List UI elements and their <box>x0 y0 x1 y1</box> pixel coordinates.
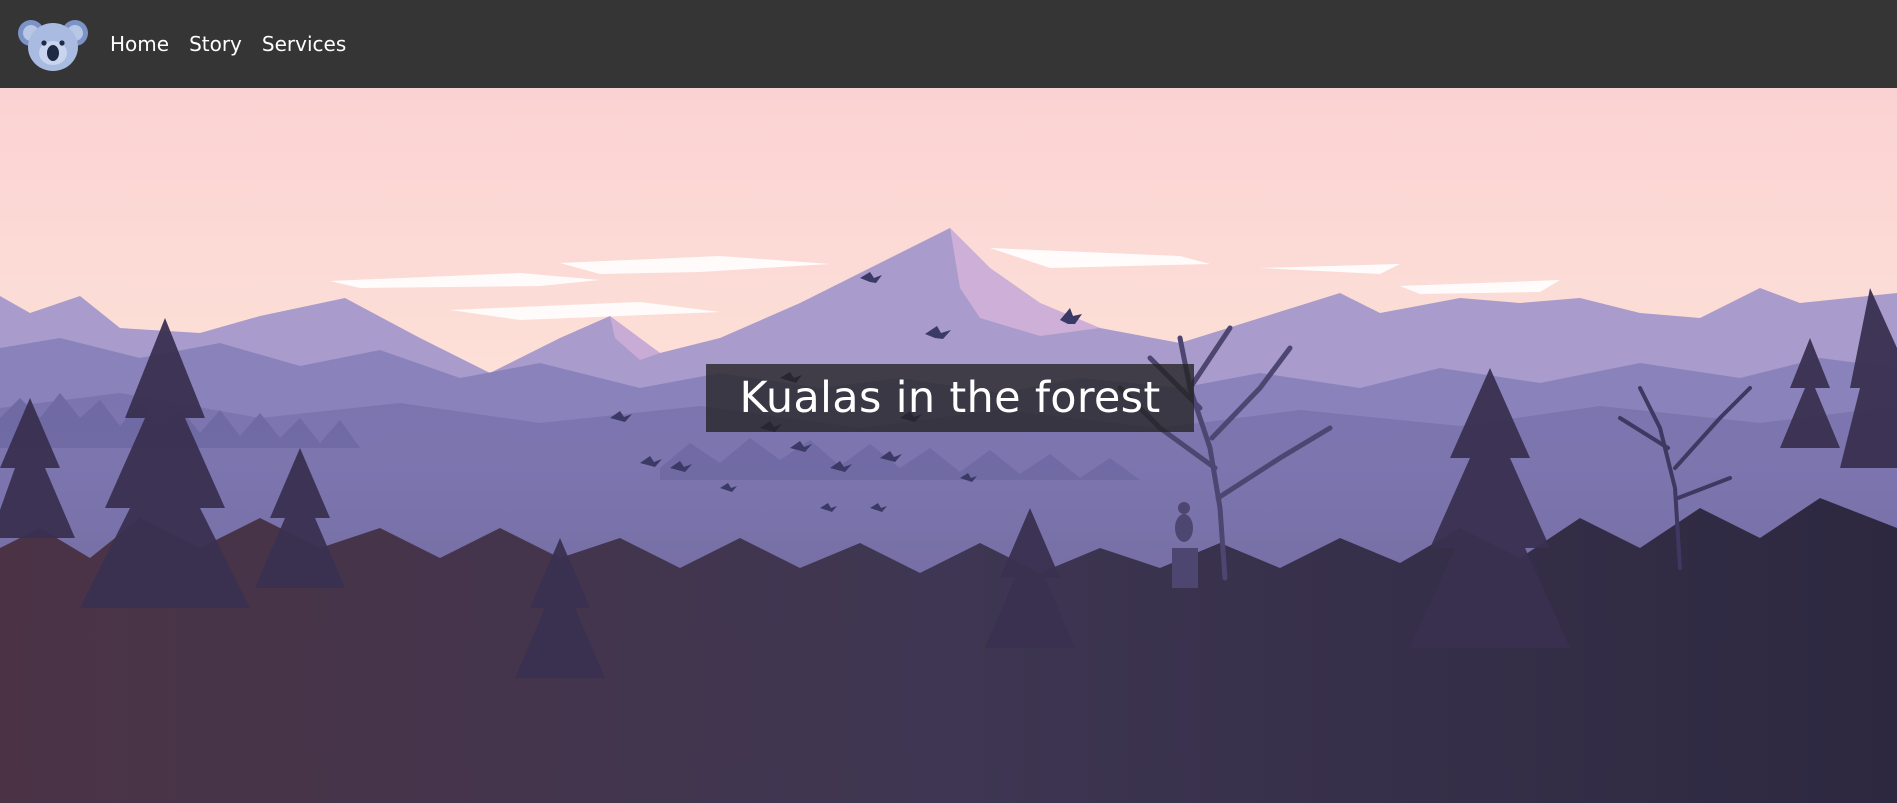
hero-banner: Kualas in the forest <box>0 88 1897 803</box>
nav-services-link[interactable]: Services <box>262 32 346 56</box>
nav-menu: Home Story Services <box>110 0 366 88</box>
forest-mountain-illustration <box>0 88 1897 803</box>
hero-title-box: Kualas in the forest <box>706 364 1194 432</box>
hero-title: Kualas in the forest <box>739 373 1161 423</box>
top-navbar: Home Story Services <box>0 0 1897 88</box>
nav-home-link[interactable]: Home <box>110 32 169 56</box>
koala-logo-icon[interactable] <box>17 15 89 73</box>
nav-story-link[interactable]: Story <box>189 32 242 56</box>
